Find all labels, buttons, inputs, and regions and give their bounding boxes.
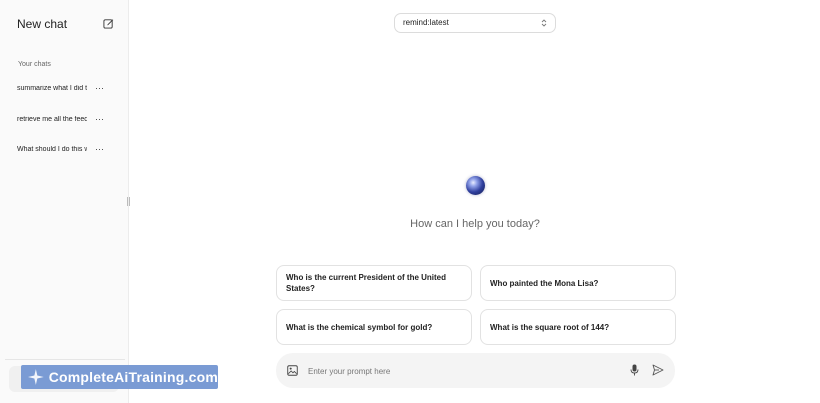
sidebar-resize-handle[interactable] — [127, 197, 131, 206]
watermark-banner: CompleteAiTraining.com — [21, 365, 218, 389]
prompt-bar — [276, 353, 675, 388]
assistant-orb-icon — [466, 176, 485, 195]
edit-icon[interactable] — [103, 18, 114, 29]
watermark-text: CompleteAiTraining.com — [48, 369, 218, 385]
sparkle-logo-icon — [27, 369, 44, 385]
sidebar-divider — [5, 359, 125, 360]
suggestion-text: Who painted the Mona Lisa? — [490, 278, 599, 288]
prompt-input[interactable] — [306, 362, 610, 381]
chevron-updown-icon — [541, 19, 547, 27]
more-dots-icon[interactable]: ··· — [95, 83, 104, 93]
more-dots-icon[interactable]: ··· — [95, 114, 104, 124]
more-dots-icon[interactable]: ··· — [95, 144, 104, 154]
chat-list-item[interactable]: retrieve me all the feed ··· — [17, 112, 109, 126]
chat-list-item[interactable]: What should I do this w ··· — [17, 142, 109, 156]
suggestion-text: What is the square root of 144? — [490, 322, 610, 332]
model-selected-value: remind:latest — [403, 18, 449, 27]
chat-list-item[interactable]: summarize what I did t ··· — [17, 81, 109, 95]
sidebar: New chat Your chats summarize what I did… — [0, 0, 131, 403]
chat-title: What should I do this w — [17, 145, 87, 153]
suggestion-card[interactable]: What is the chemical symbol for gold? — [276, 309, 472, 345]
suggestion-text: What is the chemical symbol for gold? — [286, 322, 433, 332]
chat-title: summarize what I did t — [17, 84, 87, 92]
suggestion-card[interactable]: What is the square root of 144? — [480, 309, 676, 345]
image-attach-icon[interactable] — [287, 365, 298, 376]
new-chat-label[interactable]: New chat — [17, 17, 67, 31]
microphone-icon[interactable] — [630, 364, 639, 376]
chat-title: retrieve me all the feed — [17, 115, 87, 123]
model-selector[interactable]: remind:latest — [394, 13, 556, 33]
suggestion-card[interactable]: Who is the current President of the Unit… — [276, 265, 472, 301]
suggestion-card[interactable]: Who painted the Mona Lisa? — [480, 265, 676, 301]
greeting-text: How can I help you today? — [410, 218, 540, 230]
suggestion-text: Who is the current President of the Unit… — [286, 273, 447, 293]
your-chats-heading: Your chats — [18, 61, 51, 68]
send-icon[interactable] — [652, 364, 664, 376]
